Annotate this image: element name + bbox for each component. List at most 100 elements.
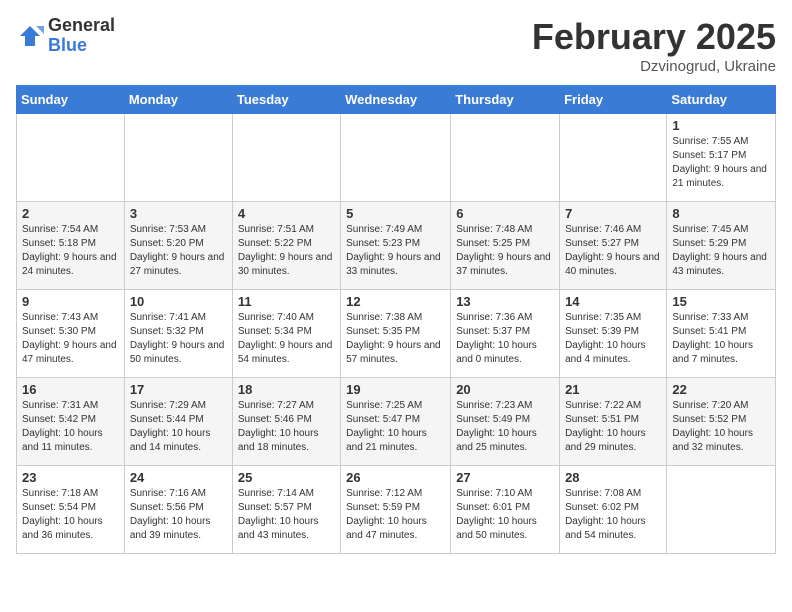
day-info: Sunrise: 7:08 AM Sunset: 6:02 PM Dayligh… [565,487,661,543]
table-row: 9 Sunrise: 7:43 AM Sunset: 5:30 PM Daylig… [17,290,125,378]
day-info: Sunrise: 7:35 AM Sunset: 5:39 PM Dayligh… [565,311,661,367]
day-number: 11 [238,294,335,309]
table-row: 3 Sunrise: 7:53 AM Sunset: 5:20 PM Daylig… [124,202,232,290]
day-number: 24 [130,470,227,485]
table-row: 5 Sunrise: 7:49 AM Sunset: 5:23 PM Daylig… [341,202,451,290]
day-number: 7 [565,206,661,221]
table-row: 26 Sunrise: 7:12 AM Sunset: 5:59 PM Dayli… [341,466,451,554]
day-info: Sunrise: 7:51 AM Sunset: 5:22 PM Dayligh… [238,223,335,279]
table-row: 19 Sunrise: 7:25 AM Sunset: 5:47 PM Dayli… [341,378,451,466]
table-row: 15 Sunrise: 7:33 AM Sunset: 5:41 PM Dayli… [667,290,776,378]
day-number: 12 [346,294,445,309]
table-row [451,114,560,202]
calendar-week-row: 9 Sunrise: 7:43 AM Sunset: 5:30 PM Daylig… [17,290,776,378]
col-wednesday: Wednesday [341,86,451,114]
day-info: Sunrise: 7:36 AM Sunset: 5:37 PM Dayligh… [456,311,554,367]
table-row [124,114,232,202]
day-number: 18 [238,382,335,397]
day-info: Sunrise: 7:12 AM Sunset: 5:59 PM Dayligh… [346,487,445,543]
location: Dzvinogrud, Ukraine [532,58,776,75]
day-number: 23 [22,470,119,485]
col-friday: Friday [560,86,667,114]
day-info: Sunrise: 7:43 AM Sunset: 5:30 PM Dayligh… [22,311,119,367]
day-number: 15 [672,294,770,309]
day-info: Sunrise: 7:45 AM Sunset: 5:29 PM Dayligh… [672,223,770,279]
day-number: 3 [130,206,227,221]
day-info: Sunrise: 7:18 AM Sunset: 5:54 PM Dayligh… [22,487,119,543]
day-info: Sunrise: 7:38 AM Sunset: 5:35 PM Dayligh… [346,311,445,367]
table-row: 12 Sunrise: 7:38 AM Sunset: 5:35 PM Dayli… [341,290,451,378]
logo-general: General [48,15,115,35]
table-row: 28Sunrise: 7:08 AM Sunset: 6:02 PM Dayli… [560,466,667,554]
day-info: Sunrise: 7:22 AM Sunset: 5:51 PM Dayligh… [565,399,661,455]
table-row: 27Sunrise: 7:10 AM Sunset: 6:01 PM Dayli… [451,466,560,554]
day-info: Sunrise: 7:55 AM Sunset: 5:17 PM Dayligh… [672,135,770,191]
day-info: Sunrise: 7:20 AM Sunset: 5:52 PM Dayligh… [672,399,770,455]
table-row [667,466,776,554]
calendar-week-row: 1 Sunrise: 7:55 AM Sunset: 5:17 PM Daylig… [17,114,776,202]
day-number: 20 [456,382,554,397]
calendar-week-row: 16 Sunrise: 7:31 AM Sunset: 5:42 PM Dayli… [17,378,776,466]
calendar-table: Sunday Monday Tuesday Wednesday Thursday… [16,85,776,554]
day-info: Sunrise: 7:46 AM Sunset: 5:27 PM Dayligh… [565,223,661,279]
col-thursday: Thursday [451,86,560,114]
table-row: 1 Sunrise: 7:55 AM Sunset: 5:17 PM Daylig… [667,114,776,202]
table-row: 21 Sunrise: 7:22 AM Sunset: 5:51 PM Dayli… [560,378,667,466]
col-tuesday: Tuesday [232,86,340,114]
table-row: 25Sunrise: 7:14 AM Sunset: 5:57 PM Dayli… [232,466,340,554]
day-info: Sunrise: 7:33 AM Sunset: 5:41 PM Dayligh… [672,311,770,367]
day-number: 9 [22,294,119,309]
table-row: 6 Sunrise: 7:48 AM Sunset: 5:25 PM Daylig… [451,202,560,290]
day-number: 25 [238,470,335,485]
calendar-header-row: Sunday Monday Tuesday Wednesday Thursday… [17,86,776,114]
col-saturday: Saturday [667,86,776,114]
table-row: 14 Sunrise: 7:35 AM Sunset: 5:39 PM Dayli… [560,290,667,378]
day-number: 16 [22,382,119,397]
table-row [17,114,125,202]
day-info: Sunrise: 7:23 AM Sunset: 5:49 PM Dayligh… [456,399,554,455]
day-number: 21 [565,382,661,397]
day-info: Sunrise: 7:40 AM Sunset: 5:34 PM Dayligh… [238,311,335,367]
col-monday: Monday [124,86,232,114]
day-info: Sunrise: 7:16 AM Sunset: 5:56 PM Dayligh… [130,487,227,543]
table-row: 16 Sunrise: 7:31 AM Sunset: 5:42 PM Dayli… [17,378,125,466]
day-info: Sunrise: 7:10 AM Sunset: 6:01 PM Dayligh… [456,487,554,543]
day-info: Sunrise: 7:25 AM Sunset: 5:47 PM Dayligh… [346,399,445,455]
day-number: 1 [672,118,770,133]
table-row: 4 Sunrise: 7:51 AM Sunset: 5:22 PM Daylig… [232,202,340,290]
month-title: February 2025 [532,16,776,58]
day-info: Sunrise: 7:31 AM Sunset: 5:42 PM Dayligh… [22,399,119,455]
day-number: 22 [672,382,770,397]
title-block: February 2025 Dzvinogrud, Ukraine [532,16,776,75]
day-info: Sunrise: 7:27 AM Sunset: 5:46 PM Dayligh… [238,399,335,455]
day-info: Sunrise: 7:41 AM Sunset: 5:32 PM Dayligh… [130,311,227,367]
day-number: 4 [238,206,335,221]
table-row: 17 Sunrise: 7:29 AM Sunset: 5:44 PM Dayli… [124,378,232,466]
day-info: Sunrise: 7:29 AM Sunset: 5:44 PM Dayligh… [130,399,227,455]
day-info: Sunrise: 7:48 AM Sunset: 5:25 PM Dayligh… [456,223,554,279]
table-row: 18 Sunrise: 7:27 AM Sunset: 5:46 PM Dayli… [232,378,340,466]
day-number: 19 [346,382,445,397]
day-info: Sunrise: 7:53 AM Sunset: 5:20 PM Dayligh… [130,223,227,279]
table-row: 23 Sunrise: 7:18 AM Sunset: 5:54 PM Dayli… [17,466,125,554]
day-number: 17 [130,382,227,397]
table-row: 11 Sunrise: 7:40 AM Sunset: 5:34 PM Dayli… [232,290,340,378]
day-number: 5 [346,206,445,221]
day-number: 10 [130,294,227,309]
day-number: 2 [22,206,119,221]
logo: General Blue [16,16,115,56]
logo-text: General Blue [48,16,115,56]
day-number: 8 [672,206,770,221]
day-number: 14 [565,294,661,309]
table-row [560,114,667,202]
logo-icon [16,22,44,50]
day-info: Sunrise: 7:49 AM Sunset: 5:23 PM Dayligh… [346,223,445,279]
table-row [232,114,340,202]
day-number: 6 [456,206,554,221]
day-number: 26 [346,470,445,485]
table-row: 22 Sunrise: 7:20 AM Sunset: 5:52 PM Dayli… [667,378,776,466]
table-row: 10 Sunrise: 7:41 AM Sunset: 5:32 PM Dayli… [124,290,232,378]
table-row: 7 Sunrise: 7:46 AM Sunset: 5:27 PM Daylig… [560,202,667,290]
calendar-week-row: 23 Sunrise: 7:18 AM Sunset: 5:54 PM Dayli… [17,466,776,554]
table-row: 20 Sunrise: 7:23 AM Sunset: 5:49 PM Dayli… [451,378,560,466]
